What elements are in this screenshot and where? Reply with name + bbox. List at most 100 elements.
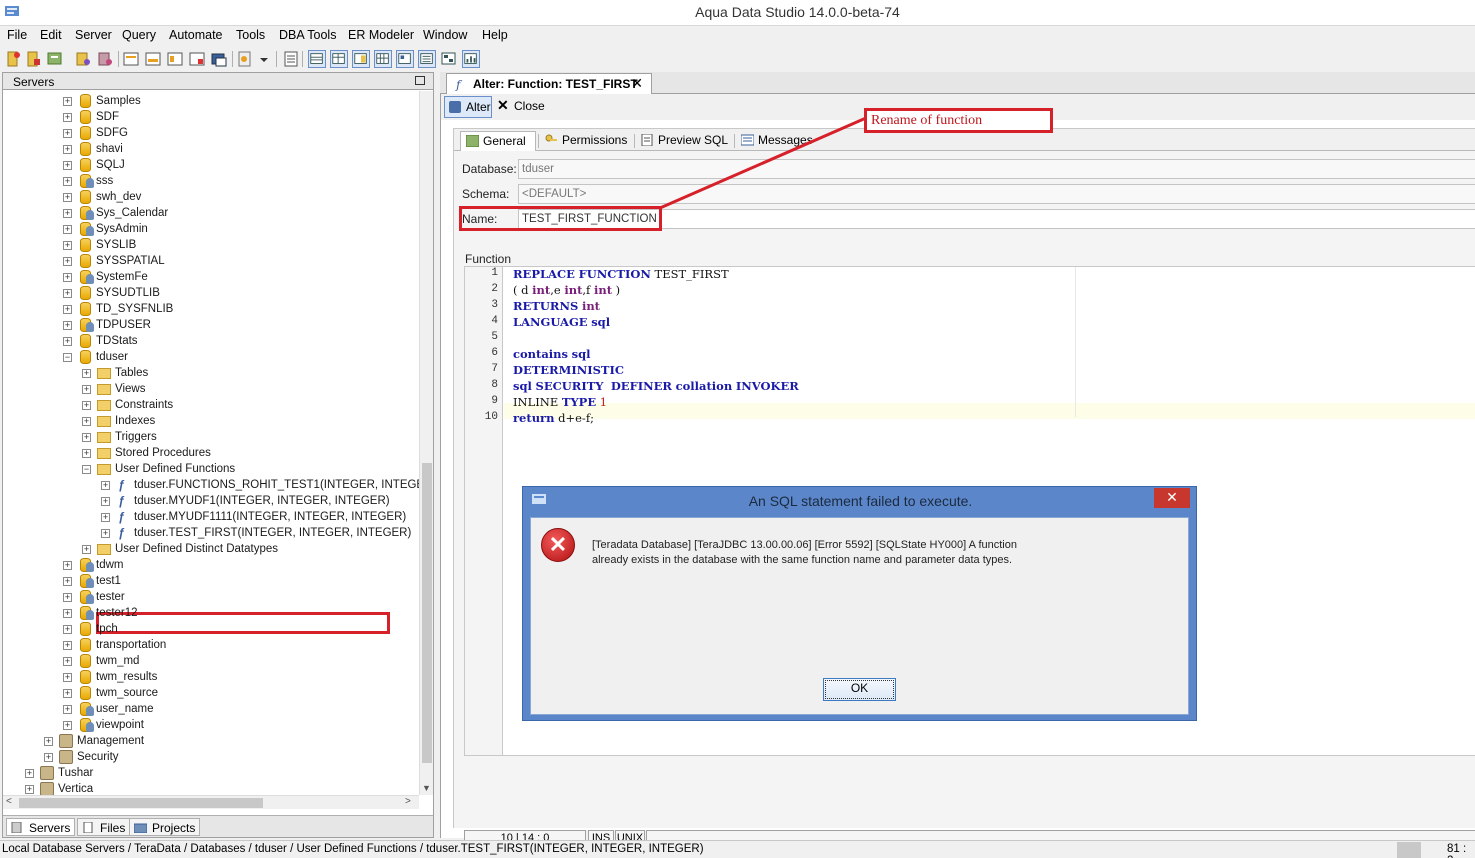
close-tab-icon[interactable]: ✕ [631,75,643,92]
tree-vertical-scrollbar[interactable]: ▼ [419,91,433,795]
tree-item[interactable]: + transportation [3,637,419,653]
tree-item[interactable]: + SYSUDTLIB [3,285,419,301]
expand-icon[interactable]: + [63,657,72,666]
layout-chart-icon[interactable] [462,50,480,68]
schema-field[interactable]: <DEFAULT> [518,184,1475,204]
tree-item[interactable]: + user_name [3,701,419,717]
tree-item[interactable]: + tpch [3,621,419,637]
expand-icon[interactable]: + [63,225,72,234]
expand-icon[interactable]: + [63,129,72,138]
tree-item[interactable]: − User Defined Functions [3,461,419,477]
tree-item[interactable]: + swh_dev [3,189,419,205]
tree-item[interactable]: + Constraints [3,397,419,413]
dialog-close-button[interactable]: ✕ [1154,488,1190,508]
tab-alter-function[interactable]: ƒ Alter: Function: TEST_FIRST ✕ [446,73,652,94]
tree-item[interactable]: + tdwm [3,557,419,573]
tab-projects[interactable]: Projects [129,818,201,836]
expand-icon[interactable]: + [63,641,72,650]
expand-icon[interactable]: + [101,497,110,506]
table-data-editor-icon[interactable] [166,50,184,68]
er-diagram-icon[interactable] [188,50,206,68]
expand-icon[interactable]: + [63,289,72,298]
tree-item[interactable]: + TDStats [3,333,419,349]
tab-files[interactable]: Files [77,818,131,836]
tree-item[interactable]: + User Defined Distinct Datatypes [3,541,419,557]
tab-messages[interactable]: Messages [736,131,822,151]
expand-icon[interactable]: + [63,161,72,170]
expand-icon[interactable]: + [63,721,72,730]
print-icon[interactable] [282,50,300,68]
new-server-icon[interactable] [4,50,22,68]
layout-grid-icon[interactable] [308,50,326,68]
expand-icon[interactable]: + [63,177,72,186]
tree-item[interactable]: + test1 [3,573,419,589]
tree-item[interactable]: + Management [3,733,419,749]
tree-item[interactable]: + Security [3,749,419,765]
tree-item[interactable]: + SystemFe [3,269,419,285]
expand-icon[interactable]: + [63,673,72,682]
tree-item[interactable]: + ƒ tduser.MYUDF1(INTEGER, INTEGER, INTEGE… [3,493,419,509]
tree-item[interactable]: + tester [3,589,419,605]
tree-item[interactable]: + Indexes [3,413,419,429]
tree-item[interactable]: + SDFG [3,125,419,141]
tree-item[interactable]: + twm_results [3,669,419,685]
tree-item[interactable]: + Tushar [3,765,419,781]
expand-icon[interactable]: + [63,321,72,330]
tab-permissions[interactable]: Permissions [540,131,632,151]
menu-edit[interactable]: Edit [38,28,64,42]
expand-icon[interactable]: + [25,769,34,778]
tree-item[interactable]: + Samples [3,93,419,109]
expand-icon[interactable]: + [82,433,91,442]
menu-file[interactable]: File [5,28,29,42]
layout-table-icon[interactable] [374,50,392,68]
menu-help[interactable]: Help [480,28,510,42]
layout-list-icon[interactable] [418,50,436,68]
expand-icon[interactable]: + [63,257,72,266]
scroll-right-icon[interactable]: > [405,796,411,807]
menu-tools[interactable]: Tools [234,28,267,42]
restore-icon[interactable] [415,76,425,85]
tree-item[interactable]: + viewpoint [3,717,419,733]
expand-icon[interactable]: + [63,689,72,698]
tree-item[interactable]: + ƒ tduser.TEST_FIRST(INTEGER, INTEGER, IN… [3,525,419,541]
expand-icon[interactable]: + [63,577,72,586]
tab-servers[interactable]: Servers [6,818,76,836]
scroll-left-icon[interactable]: < [6,796,12,807]
tree-item[interactable]: + Vertica [3,781,419,796]
alter-button[interactable]: Alter [444,96,492,118]
collapse-icon[interactable]: − [82,465,91,474]
tree-item[interactable]: + SYSLIB [3,237,419,253]
expand-icon[interactable]: + [101,529,110,538]
tree-item[interactable]: + TDPUSER [3,317,419,333]
collapse-icon[interactable]: − [63,353,72,362]
expand-icon[interactable]: + [63,593,72,602]
expand-icon[interactable]: + [63,625,72,634]
tree-item[interactable]: + twm_source [3,685,419,701]
expand-icon[interactable]: + [44,753,53,762]
query-window-icon[interactable] [122,50,140,68]
expand-icon[interactable]: + [63,241,72,250]
expand-icon[interactable]: + [44,737,53,746]
layout-split-icon[interactable] [330,50,348,68]
menu-er-modeler[interactable]: ER Modeler [346,28,416,42]
tree-item[interactable]: + SYSSPATIAL [3,253,419,269]
expand-icon[interactable]: + [63,705,72,714]
expand-icon[interactable]: + [63,145,72,154]
expand-icon[interactable]: + [82,369,91,378]
expand-icon[interactable]: + [63,193,72,202]
menu-window[interactable]: Window [421,28,469,42]
tree-item[interactable]: − tduser [3,349,419,365]
expand-icon[interactable]: + [82,401,91,410]
scrollbar-thumb[interactable] [422,463,432,763]
tree-item[interactable]: + tester12 [3,605,419,621]
expand-icon[interactable]: + [101,481,110,490]
expand-icon[interactable]: + [101,513,110,522]
tree-item[interactable]: + shavi [3,141,419,157]
menu-query[interactable]: Query [120,28,158,42]
connect-icon[interactable] [46,50,64,68]
layout-tree-icon[interactable] [396,50,414,68]
tree-item[interactable]: + Views [3,381,419,397]
expand-icon[interactable]: + [63,305,72,314]
tree-item[interactable]: + SysAdmin [3,221,419,237]
layout-tiles-icon[interactable] [440,50,458,68]
